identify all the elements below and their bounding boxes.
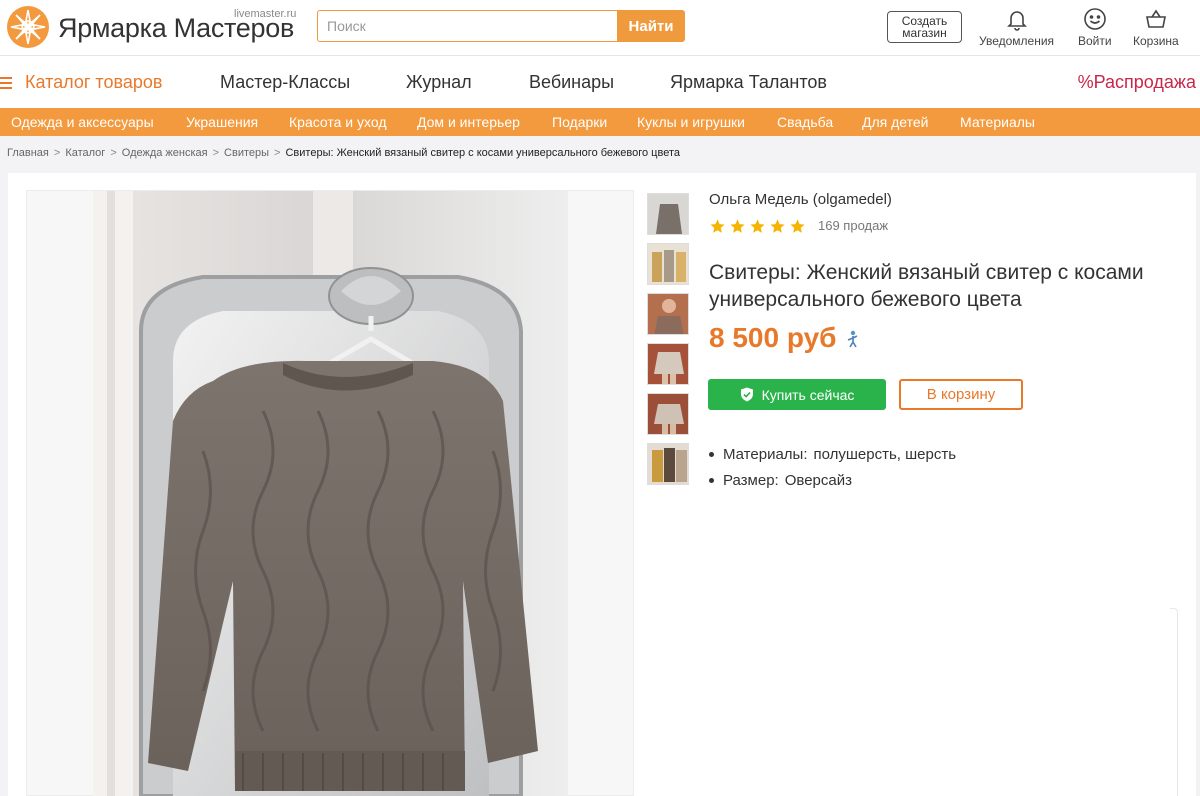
nav-sale[interactable]: %Распродажа bbox=[1078, 72, 1196, 93]
buy-now-button[interactable]: Купить сейчас bbox=[708, 379, 886, 410]
category-jewelry[interactable]: Украшения bbox=[186, 114, 258, 130]
category-bar: Одежда и аксессуары Украшения Красота и … bbox=[0, 108, 1200, 136]
logo-icon[interactable] bbox=[6, 5, 50, 49]
logo-domain: livemaster.ru bbox=[234, 8, 297, 20]
thumbnail-4[interactable] bbox=[647, 343, 689, 385]
smile-icon bbox=[1083, 8, 1106, 30]
property-size: Размер: Оверсайз bbox=[709, 467, 956, 493]
cart-button[interactable]: Корзина bbox=[1133, 7, 1179, 49]
main-nav: Каталог товаров Мастер-Классы Журнал Веб… bbox=[0, 56, 1200, 108]
breadcrumb-sweaters[interactable]: Свитеры bbox=[224, 147, 269, 159]
buy-now-label: Купить сейчас bbox=[761, 386, 855, 403]
bell-icon bbox=[1006, 11, 1027, 31]
price-info-icon[interactable] bbox=[845, 330, 859, 348]
category-beauty[interactable]: Красота и уход bbox=[289, 114, 387, 130]
search-input[interactable] bbox=[318, 11, 617, 41]
bullet-icon bbox=[709, 477, 714, 483]
breadcrumb-separator: > bbox=[110, 147, 117, 159]
notifications-label: Уведомления bbox=[979, 34, 1055, 48]
login-button[interactable]: Войти bbox=[1078, 7, 1112, 49]
breadcrumb-women-clothing[interactable]: Одежда женская bbox=[122, 147, 208, 159]
search-box bbox=[317, 10, 617, 42]
breadcrumb-home[interactable]: Главная bbox=[7, 147, 49, 159]
basket-icon bbox=[1145, 9, 1166, 28]
breadcrumb: Главная > Каталог > Одежда женская > Свитеры > С… bbox=[7, 147, 680, 159]
thumbnail-3[interactable] bbox=[647, 293, 689, 335]
category-materials[interactable]: Материалы bbox=[960, 114, 1035, 130]
seller-name-link[interactable]: Ольга Медель (olgamedel) bbox=[709, 191, 892, 208]
site-header: Ярмарка Мастеров livemaster.ru Найти Соз… bbox=[0, 0, 1200, 56]
product-price: 8 500 руб bbox=[709, 322, 837, 353]
property-value[interactable]: Оверсайз bbox=[785, 472, 852, 489]
star-icon bbox=[730, 219, 745, 233]
side-panel-edge bbox=[1170, 608, 1178, 796]
main-product-photo[interactable] bbox=[93, 191, 568, 796]
sales-count[interactable]: 169 продаж bbox=[818, 218, 888, 233]
property-key: Размер: bbox=[723, 471, 779, 489]
thumbnail-5[interactable] bbox=[647, 393, 689, 435]
nav-journal[interactable]: Журнал bbox=[406, 72, 472, 93]
category-dolls[interactable]: Куклы и игрушки bbox=[637, 114, 745, 130]
breadcrumb-separator: > bbox=[274, 147, 281, 159]
create-shop-button[interactable]: Создать магазин bbox=[887, 11, 962, 43]
notifications-button[interactable]: Уведомления bbox=[979, 7, 1054, 49]
thumbnail-1[interactable] bbox=[647, 193, 689, 235]
category-kids[interactable]: Для детей bbox=[862, 114, 928, 130]
property-value[interactable]: полушерсть, шерсть bbox=[814, 446, 957, 463]
nav-talents[interactable]: Ярмарка Талантов bbox=[670, 72, 827, 93]
rating-stars bbox=[709, 218, 809, 235]
shield-check-icon bbox=[740, 387, 753, 402]
breadcrumb-separator: > bbox=[53, 147, 61, 159]
star-icon bbox=[750, 219, 765, 233]
star-icon bbox=[710, 219, 725, 233]
catalog-label: Каталог товаров bbox=[25, 72, 163, 92]
category-home[interactable]: Дом и интерьер bbox=[417, 114, 520, 130]
add-to-cart-button[interactable]: В корзину bbox=[899, 379, 1023, 410]
login-label: Войти bbox=[1078, 34, 1112, 48]
category-clothing[interactable]: Одежда и аксессуары bbox=[11, 114, 154, 130]
breadcrumb-separator: > bbox=[212, 147, 220, 159]
menu-icon bbox=[0, 76, 16, 89]
category-wedding[interactable]: Свадьба bbox=[777, 114, 833, 130]
property-materials: Материалы: полушерсть, шерсть bbox=[709, 441, 956, 467]
cart-label: Корзина bbox=[1133, 34, 1179, 48]
star-icon bbox=[790, 219, 805, 233]
product-title: Свитеры: Женский вязаный свитер с косами… bbox=[709, 261, 1144, 311]
search-button[interactable]: Найти bbox=[617, 10, 685, 42]
property-key: Материалы: bbox=[723, 445, 808, 463]
breadcrumb-current: Свитеры: Женский вязаный свитер с косами… bbox=[285, 147, 680, 159]
thumbnail-6[interactable] bbox=[647, 443, 689, 485]
product-properties: Материалы: полушерсть, шерсть Размер: Ов… bbox=[709, 441, 956, 493]
nav-webinars[interactable]: Вебинары bbox=[529, 72, 614, 93]
catalog-menu-button[interactable]: Каталог товаров bbox=[0, 72, 162, 93]
bullet-icon bbox=[709, 451, 714, 457]
thumbnail-2[interactable] bbox=[647, 243, 689, 285]
star-icon bbox=[770, 219, 785, 233]
nav-master-classes[interactable]: Мастер-Классы bbox=[220, 72, 350, 93]
category-gifts[interactable]: Подарки bbox=[552, 114, 607, 130]
breadcrumb-catalog[interactable]: Каталог bbox=[65, 147, 105, 159]
